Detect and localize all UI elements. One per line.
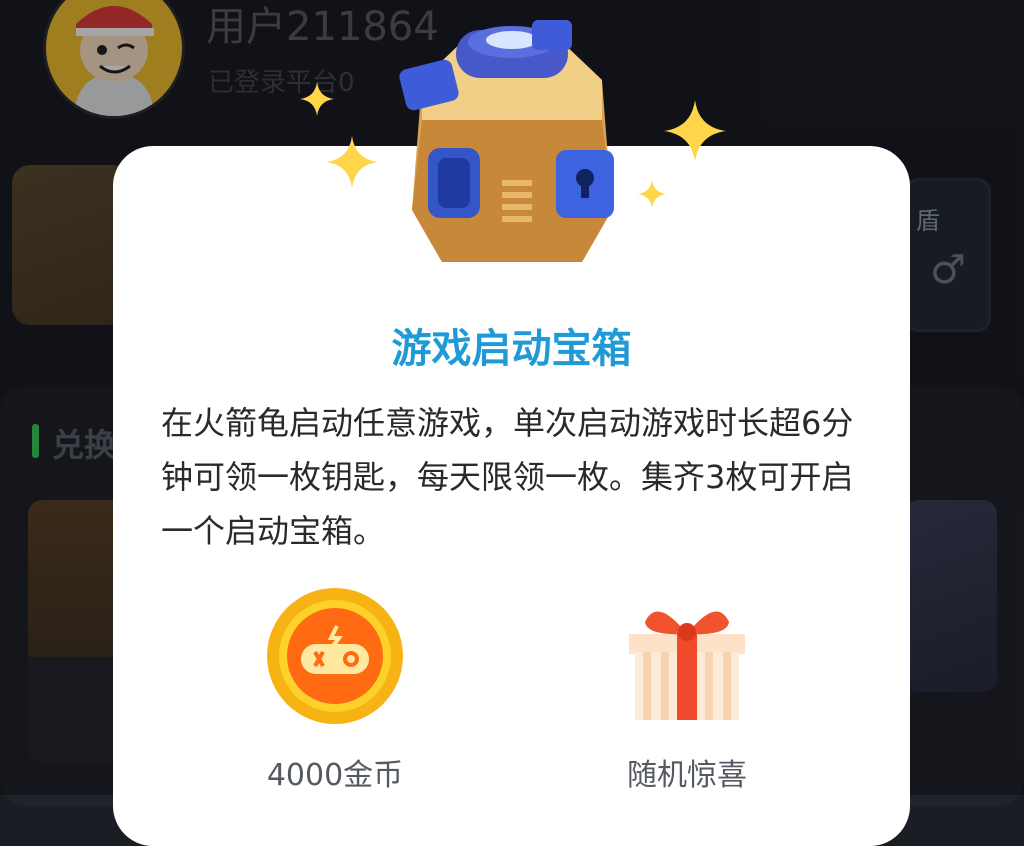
modal-description: 在火箭龟启动任意游戏，单次启动游戏时长超6分钟可领一枚钥匙，每天限领一枚。集齐3… [161,404,854,550]
sparkle-icon [300,82,334,116]
sparkle-icon [326,136,378,188]
reward-label: 4000金币 [266,758,404,793]
reward-coins: 4000金币 [235,586,435,794]
coin-gamepad-icon [267,588,403,724]
treasure-chest-icon [399,20,614,262]
sparkle-icon [664,100,726,162]
sparkle-icon [638,180,666,208]
gift-box-icon [629,611,745,720]
reward-surprise: 随机惊喜 [587,586,787,794]
modal-title: 游戏启动宝箱 [391,326,632,372]
reward-label: 随机惊喜 [627,758,747,793]
